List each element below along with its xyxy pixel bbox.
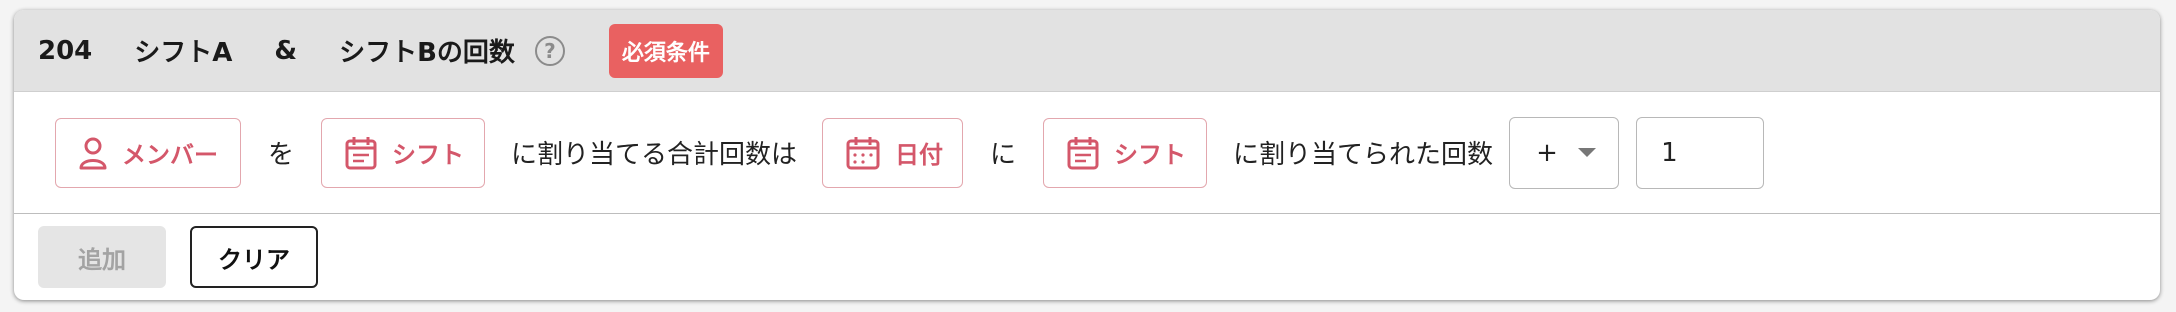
- condition-row: メンバー を シフト に割り当てる合計回数は 日付 に シフト に割り当てられた…: [14, 92, 2160, 214]
- operator-value: +: [1536, 137, 1558, 168]
- required-badge: 必須条件: [608, 23, 723, 78]
- title-ampersand: &: [274, 35, 298, 66]
- text-ni: に: [990, 140, 1017, 170]
- card-footer: 追加 クリア: [14, 214, 2160, 300]
- chevron-down-icon: [1578, 148, 1597, 157]
- person-icon: [79, 137, 107, 169]
- shift-chip-1[interactable]: シフト: [321, 117, 486, 188]
- add-button[interactable]: 追加: [38, 226, 166, 288]
- title-shift-b-count: シフトBの回数: [339, 38, 515, 68]
- date-chip[interactable]: 日付: [822, 117, 964, 188]
- shift-chip-2[interactable]: シフト: [1043, 117, 1208, 188]
- calendar-icon: [1067, 136, 1099, 169]
- constraint-card: 204 シフトA & シフトBの回数 ? 必須条件 メンバー を シフト に割り…: [14, 10, 2160, 300]
- help-icon[interactable]: ?: [534, 35, 565, 66]
- count-value: 1: [1661, 137, 1678, 168]
- shift-chip-1-label: シフト: [392, 141, 465, 169]
- text-total-count: に割り当てる合計回数は: [511, 140, 798, 170]
- count-input[interactable]: 1: [1636, 116, 1765, 189]
- title-shift-a: シフトA: [134, 38, 233, 68]
- operator-select[interactable]: +: [1509, 116, 1620, 189]
- text-wo: を: [268, 140, 295, 170]
- text-assigned-count: に割り当てられた回数: [1233, 140, 1494, 170]
- date-chip-label: 日付: [895, 141, 944, 169]
- member-chip-label: メンバー: [122, 141, 218, 169]
- member-chip[interactable]: メンバー: [55, 117, 241, 188]
- calendar-icon: [345, 136, 377, 169]
- calendar-icon: [846, 136, 880, 169]
- clear-button[interactable]: クリア: [190, 226, 318, 288]
- shift-chip-2-label: シフト: [1114, 141, 1187, 169]
- constraint-number: 204: [38, 35, 93, 66]
- card-header: 204 シフトA & シフトBの回数 ? 必須条件: [14, 10, 2160, 92]
